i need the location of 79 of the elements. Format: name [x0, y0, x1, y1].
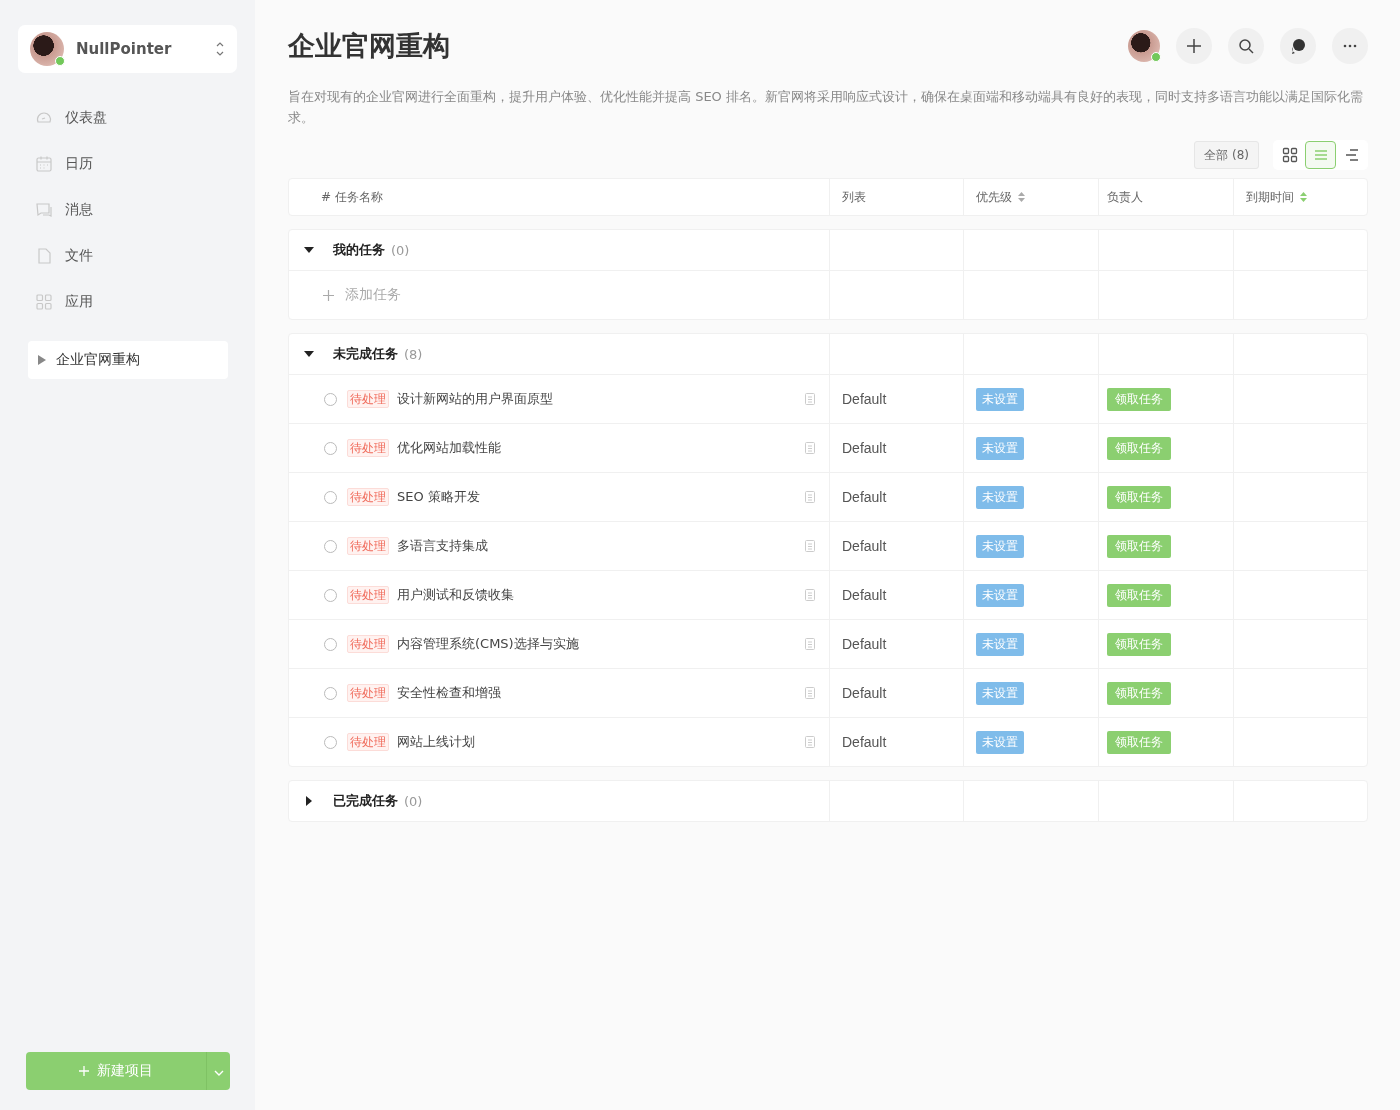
plus-icon — [323, 289, 334, 301]
expand-toggle-icon[interactable] — [304, 349, 314, 359]
more-button[interactable] — [1332, 28, 1368, 64]
project-item[interactable]: 企业官网重构 — [28, 341, 228, 379]
status-tag: 待处理 — [347, 439, 389, 457]
search-icon — [1238, 38, 1254, 54]
task-name[interactable]: 优化网站加载性能 — [397, 439, 805, 457]
column-header[interactable]: 优先级 — [963, 179, 1098, 215]
document-icon — [805, 736, 815, 748]
user-name: NullPointer — [76, 40, 173, 58]
list-name: Default — [842, 538, 887, 554]
avatar[interactable] — [1128, 30, 1160, 62]
nav-item[interactable]: 应用 — [0, 279, 255, 325]
status-tag: 待处理 — [347, 733, 389, 751]
gantt-icon — [1343, 147, 1360, 163]
list-name: Default — [842, 440, 887, 456]
document-icon — [805, 687, 815, 699]
grid-icon — [35, 293, 53, 311]
task-name[interactable]: 内容管理系统(CMS)选择与实施 — [397, 635, 805, 653]
project-description: 旨在对现有的企业官网进行全面重构，提升用户体验、优化性能并提高 SEO 排名。新官网将采用响应式设计，确保在桌面端和移动端具有良好的表现，同时支持多语言功能以满足国际化需求。 — [288, 88, 1364, 127]
document-icon — [805, 589, 815, 601]
group-count: (0) — [391, 242, 410, 258]
chat-icon — [35, 201, 53, 219]
list-name: Default — [842, 587, 887, 603]
list-name: Default — [842, 685, 887, 701]
task-name[interactable]: SEO 策略开发 — [397, 488, 805, 506]
group-title: 我的任务 — [333, 241, 385, 259]
list-name: Default — [842, 489, 887, 505]
document-icon — [805, 442, 815, 454]
document-icon — [805, 491, 815, 503]
calendar-icon — [35, 155, 53, 173]
chat-button[interactable] — [1280, 28, 1316, 64]
more-icon — [1342, 44, 1358, 48]
list-icon — [1312, 147, 1329, 163]
expand-toggle-icon[interactable] — [304, 245, 314, 255]
triangle-right-icon — [38, 355, 46, 365]
file-icon — [35, 247, 53, 265]
document-icon — [805, 638, 815, 650]
status-tag: 待处理 — [347, 635, 389, 653]
chat-bubble-icon — [1289, 37, 1307, 55]
filter-button[interactable]: 全部 (8) — [1194, 141, 1259, 169]
nav-item[interactable]: 文件 — [0, 233, 255, 279]
status-tag: 待处理 — [347, 586, 389, 604]
status-tag: 待处理 — [347, 684, 389, 702]
task-name[interactable]: 多语言支持集成 — [397, 537, 805, 555]
task-name[interactable]: 用户测试和反馈收集 — [397, 586, 805, 604]
nav-item[interactable]: 日历 — [0, 141, 255, 187]
column-header[interactable]: 到期时间 — [1233, 179, 1367, 215]
column-header: # 任务名称 — [320, 188, 384, 206]
plus-icon — [1186, 38, 1202, 54]
project-title: 企业官网重构 — [288, 29, 450, 63]
plus-icon — [79, 1066, 89, 1076]
list-name: Default — [842, 734, 887, 750]
group-count: (8) — [404, 346, 423, 362]
dropdown-button[interactable] — [206, 1052, 230, 1090]
list-name: Default — [842, 391, 887, 407]
column-header: 列表 — [829, 179, 963, 215]
add-button[interactable] — [1176, 28, 1212, 64]
status-tag: 待处理 — [347, 537, 389, 555]
status-tag: 待处理 — [347, 390, 389, 408]
expand-toggle-icon[interactable] — [304, 796, 314, 806]
status-tag: 待处理 — [347, 488, 389, 506]
group-title: 未完成任务 — [333, 345, 398, 363]
list-name: Default — [842, 636, 887, 652]
task-name[interactable]: 设计新网站的用户界面原型 — [397, 390, 805, 408]
column-header: 负责人 — [1098, 179, 1233, 215]
grid-icon — [1281, 147, 1298, 163]
task-name[interactable]: 安全性检查和增强 — [397, 684, 805, 702]
task-name[interactable]: 网站上线计划 — [397, 733, 805, 751]
document-icon — [805, 540, 815, 552]
search-button[interactable] — [1228, 28, 1264, 64]
document-icon — [805, 393, 815, 405]
user-switcher[interactable]: NullPointer — [18, 25, 237, 73]
nav-item[interactable]: 消息 — [0, 187, 255, 233]
chevron-down-icon — [213, 1069, 224, 1076]
group-count: (0) — [404, 793, 423, 809]
group-title: 已完成任务 — [333, 792, 398, 810]
nav-item[interactable]: 仪表盘 — [0, 95, 255, 141]
chevron-updown-icon — [215, 41, 225, 57]
